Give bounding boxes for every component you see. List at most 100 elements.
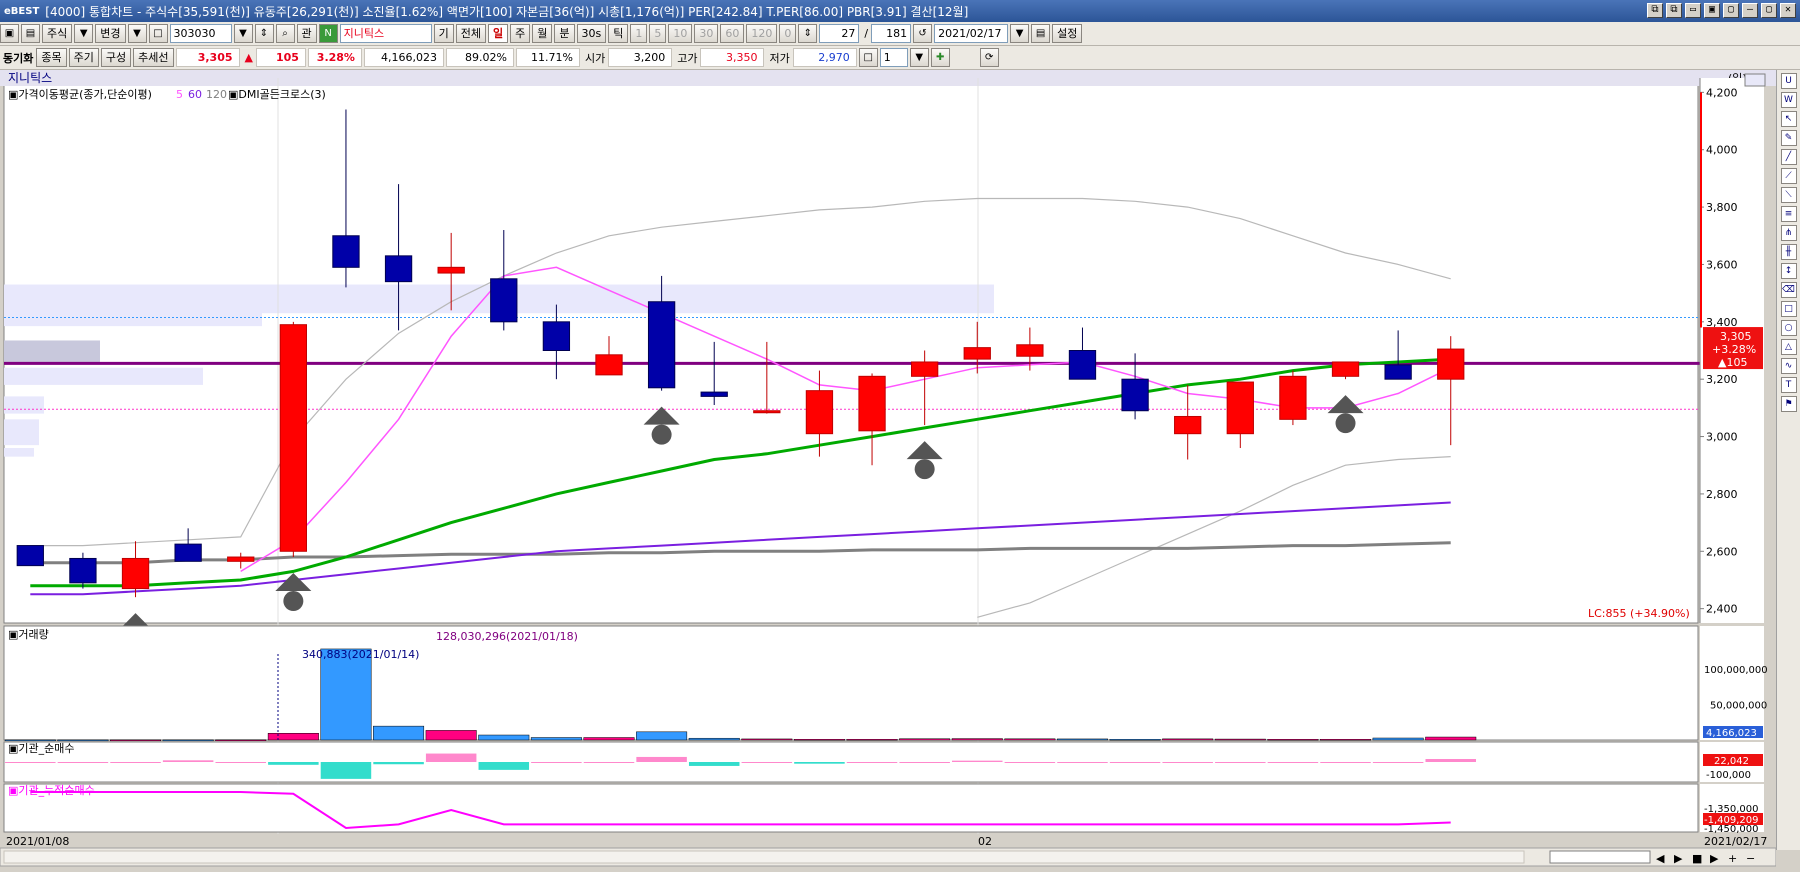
pen-tool-icon[interactable]: ✎	[1780, 130, 1797, 146]
trendline-button[interactable]: 추세선	[133, 48, 174, 67]
change-dropdown-icon[interactable]: ▼	[127, 24, 147, 43]
ray-tool-icon[interactable]: ⟋	[1780, 168, 1797, 184]
minute-spin-icon[interactable]: ⇕	[798, 24, 818, 43]
restore-icon[interactable]: ▭	[1685, 3, 1701, 18]
marker-tool-icon[interactable]: ⚑	[1780, 396, 1797, 412]
scroll-control-icon[interactable]: ■	[1692, 852, 1702, 865]
spin-icon[interactable]: ⇕	[254, 24, 274, 43]
market-dropdown-icon[interactable]: ▼	[74, 24, 94, 43]
volume-bar	[162, 739, 214, 742]
channel-tool-icon[interactable]: ≡	[1780, 206, 1797, 222]
save-icon[interactable]: ▤	[21, 24, 40, 43]
eraser-tool-icon[interactable]: ⌫	[1780, 282, 1797, 298]
up-tool-icon[interactable]: U	[1780, 73, 1797, 89]
new-icon[interactable]: N	[318, 24, 338, 43]
minute-custom-input[interactable]: 0	[779, 24, 797, 43]
trend-tool-icon[interactable]: ⟍	[1780, 187, 1797, 203]
wave-tool-icon[interactable]: ∿	[1780, 358, 1797, 374]
minute-60-button[interactable]: 60	[720, 24, 745, 43]
overlay-count-input[interactable]: 1	[879, 48, 908, 67]
period-tick-tab[interactable]: 틱	[608, 24, 629, 43]
chart-area[interactable]: 지니틱스(일)▣가격이동평균(종가,단순이평)560120▣DMI골든크로스(3…	[0, 70, 1800, 872]
close-button[interactable]: ✕	[1780, 3, 1796, 18]
minute-5-button[interactable]: 5	[649, 24, 667, 43]
maximize-small-icon[interactable]: ▢	[1723, 3, 1739, 18]
stock-code-input[interactable]: 303030	[169, 24, 232, 43]
dmi-marker-dot	[283, 591, 304, 612]
minute-120-button[interactable]: 120	[746, 24, 778, 43]
item-button[interactable]: 종목	[36, 48, 67, 67]
inst-net-bar	[1320, 762, 1371, 763]
cycle-button[interactable]: 주기	[68, 48, 99, 67]
panel-scroll-icon	[1744, 73, 1766, 87]
measure-tool-icon[interactable]: ↕	[1780, 263, 1797, 279]
price-tick-label: 3,000	[1706, 431, 1738, 444]
screen-icon[interactable]: ▣	[0, 24, 19, 43]
count-separator: /	[864, 27, 869, 40]
link-icon[interactable]: □	[148, 24, 168, 43]
add-overlay-icon[interactable]: ✚	[930, 48, 950, 67]
candle-body	[1016, 344, 1044, 357]
period-day-tab[interactable]: 일	[488, 24, 509, 43]
overlay-check-icon[interactable]: □	[858, 48, 878, 67]
volume-profile-bar	[4, 419, 39, 446]
fork-tool-icon[interactable]: ⋔	[1780, 225, 1797, 241]
date-dropdown-icon[interactable]: ▼	[1010, 24, 1030, 43]
cursor-tool-icon[interactable]: ↖	[1780, 111, 1797, 127]
code-dropdown-icon[interactable]: ▼	[233, 24, 253, 43]
triangle-tool-icon[interactable]: △	[1780, 339, 1797, 355]
period-minute-tab[interactable]: 분	[554, 24, 575, 43]
change-button[interactable]: 변경	[95, 24, 126, 43]
scroll-control-icon[interactable]: +	[1728, 852, 1737, 865]
minimize-button[interactable]: —	[1742, 3, 1758, 18]
overlay-dropdown-icon[interactable]: ▼	[909, 48, 929, 67]
date-input[interactable]: 2021/02/17	[934, 24, 1009, 43]
inst-net-bar	[5, 762, 56, 763]
search-icon[interactable]: ⌕	[275, 24, 295, 43]
legend-ma5: 5	[176, 88, 183, 101]
refresh-date-icon[interactable]: ↺	[913, 24, 933, 43]
minute-30-button[interactable]: 30	[694, 24, 719, 43]
price-tick-label: 4,200	[1706, 86, 1738, 99]
ellipse-tool-icon[interactable]: ○	[1780, 320, 1797, 336]
count-input[interactable]: 27	[819, 24, 860, 43]
cascade-icon[interactable]: ⧉	[1647, 3, 1663, 18]
period-30s-tab[interactable]: 30s	[576, 24, 607, 43]
inst-net-bar	[162, 760, 214, 762]
volume-profile-bar	[4, 396, 44, 414]
candle-body	[1174, 415, 1202, 435]
maximize-button[interactable]: ▢	[1761, 3, 1777, 18]
volume-bar	[530, 737, 582, 741]
find-button[interactable]: 관	[296, 24, 317, 43]
inst-net-bar	[741, 762, 793, 763]
market-select[interactable]: 주식	[42, 24, 73, 43]
w-tool-icon[interactable]: W	[1780, 92, 1797, 108]
calendar-icon[interactable]: ▤	[1031, 24, 1051, 43]
period-month-tab[interactable]: 월	[532, 24, 553, 43]
up-arrow-icon: ▲	[244, 51, 253, 64]
text-tool-icon[interactable]: T	[1780, 377, 1797, 393]
candle-body	[1226, 381, 1254, 435]
period-button[interactable]: 기	[433, 24, 454, 43]
tile-icon[interactable]: ⧉	[1666, 3, 1682, 18]
minute-1-button[interactable]: 1	[630, 24, 648, 43]
rect-tool-icon[interactable]: □	[1780, 301, 1797, 317]
scroll-control-icon[interactable]: ▶	[1674, 852, 1683, 865]
all-button[interactable]: 전체	[455, 24, 486, 43]
volume-panel-label: ▣거래량	[8, 628, 49, 641]
period-week-tab[interactable]: 주	[510, 24, 531, 43]
stock-name-field[interactable]: 지니틱스	[339, 24, 432, 43]
refresh-icon[interactable]: ⟳	[979, 48, 999, 67]
line-tool-icon[interactable]: ╱	[1780, 149, 1797, 165]
scroll-control-icon[interactable]: −	[1746, 852, 1755, 865]
scroll-control-icon[interactable]: ◀	[1656, 852, 1665, 865]
settings-button[interactable]: 설정	[1052, 24, 1083, 43]
scroll-control-icon[interactable]: ▶	[1710, 852, 1719, 865]
chart-canvas[interactable]: 지니틱스(일)▣가격이동평균(종가,단순이평)560120▣DMI골든크로스(3…	[0, 70, 1776, 872]
inst-cum-tick2-label: -1,450,000	[1704, 824, 1759, 835]
minute-10-button[interactable]: 10	[668, 24, 693, 43]
fibo-tool-icon[interactable]: ╫	[1780, 244, 1797, 260]
layout-icon[interactable]: ▣	[1704, 3, 1720, 18]
compose-button[interactable]: 구성	[100, 48, 132, 67]
volume-bar	[583, 737, 635, 741]
